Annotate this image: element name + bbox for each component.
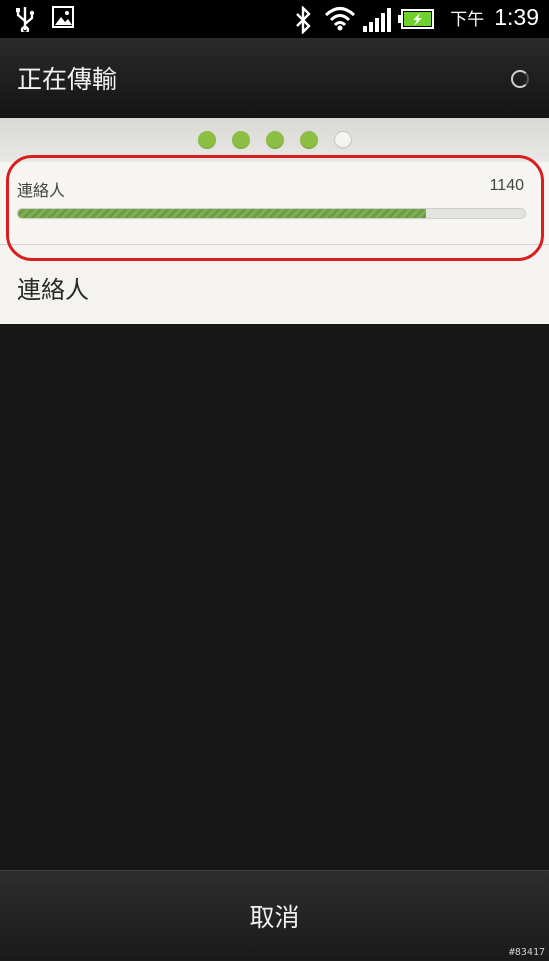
page-dot-empty: [333, 131, 352, 149]
bottom-bar: 取消: [0, 870, 549, 961]
title-bar: 正在傳輸: [0, 38, 549, 119]
bluetooth-icon: [296, 6, 311, 34]
image-icon: [52, 6, 74, 28]
page-title: 正在傳輸: [17, 65, 118, 94]
highlight-annotation: [6, 155, 544, 261]
page-dot-filled: [299, 131, 318, 149]
battery-charging-icon: [398, 9, 434, 29]
page-dot-filled: [197, 131, 216, 149]
section-title: 連絡人: [17, 276, 89, 304]
usb-icon: [16, 7, 35, 32]
cancel-button[interactable]: 取消: [0, 871, 549, 961]
signal-icon: [363, 8, 391, 32]
page-indicator: [0, 131, 549, 149]
status-time: 下午 1:39: [450, 4, 539, 31]
page-dot-filled: [231, 131, 250, 149]
page-dot-filled: [265, 131, 284, 149]
status-clock: 1:39: [494, 4, 539, 30]
loading-spinner-icon: [511, 70, 529, 88]
wifi-icon: [324, 7, 356, 31]
watermark: #83417: [508, 947, 545, 958]
status-bar: 下午 1:39: [0, 0, 549, 38]
status-ampm: 下午: [450, 10, 485, 30]
